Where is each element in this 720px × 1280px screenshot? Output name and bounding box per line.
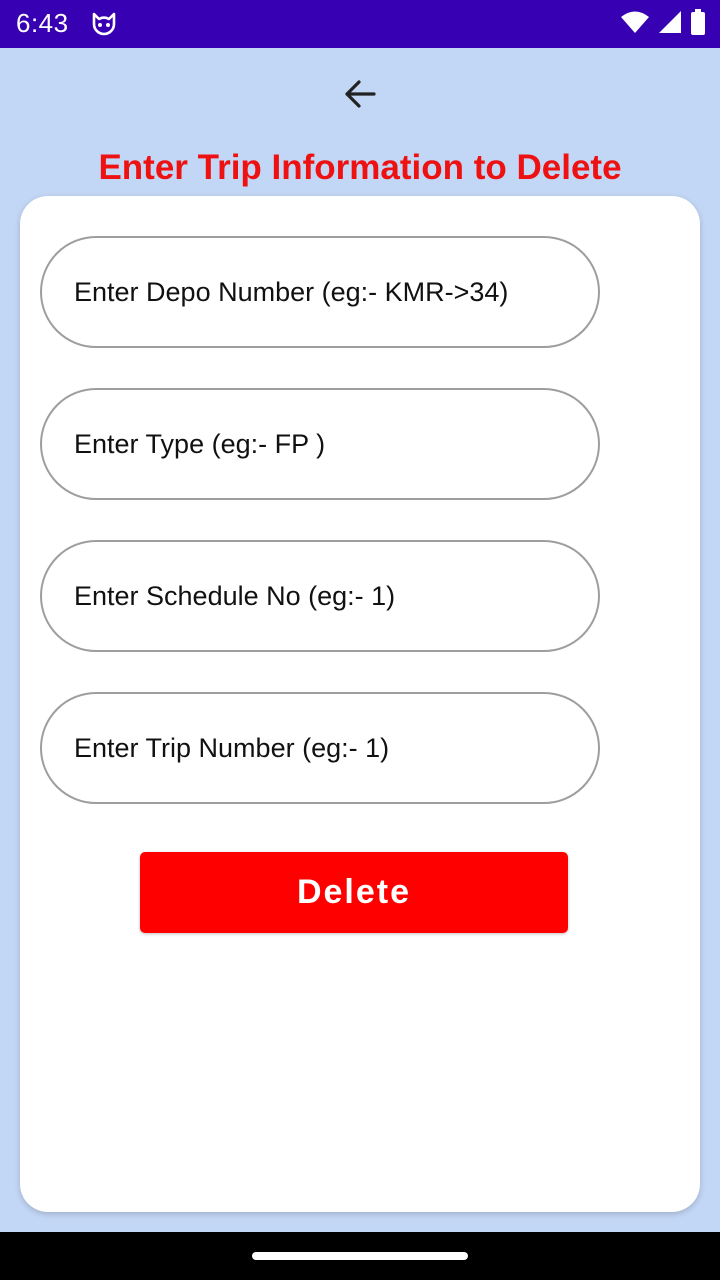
page-title: Enter Trip Information to Delete [98, 148, 622, 187]
arrow-left-icon [342, 76, 378, 117]
type-field[interactable] [40, 388, 600, 500]
trip-number-field[interactable] [40, 692, 600, 804]
schedule-no-field[interactable] [40, 540, 600, 652]
depo-number-input[interactable] [74, 276, 598, 308]
status-bar: 6:43 [0, 0, 720, 48]
status-time: 6:43 [16, 8, 69, 38]
status-icons [620, 8, 706, 40]
depo-number-field[interactable] [40, 236, 600, 348]
trip-number-input[interactable] [74, 732, 598, 764]
cat-app-icon [90, 10, 118, 38]
schedule-no-input[interactable] [74, 580, 598, 612]
navigation-bar [0, 1232, 720, 1280]
signal-icon [658, 10, 682, 39]
back-button[interactable] [336, 72, 384, 120]
type-input[interactable] [74, 428, 598, 460]
battery-icon [690, 8, 706, 40]
wifi-icon [620, 10, 650, 39]
form-card: Delete [20, 196, 700, 1212]
home-indicator[interactable] [252, 1252, 468, 1260]
delete-button[interactable]: Delete [140, 852, 568, 933]
